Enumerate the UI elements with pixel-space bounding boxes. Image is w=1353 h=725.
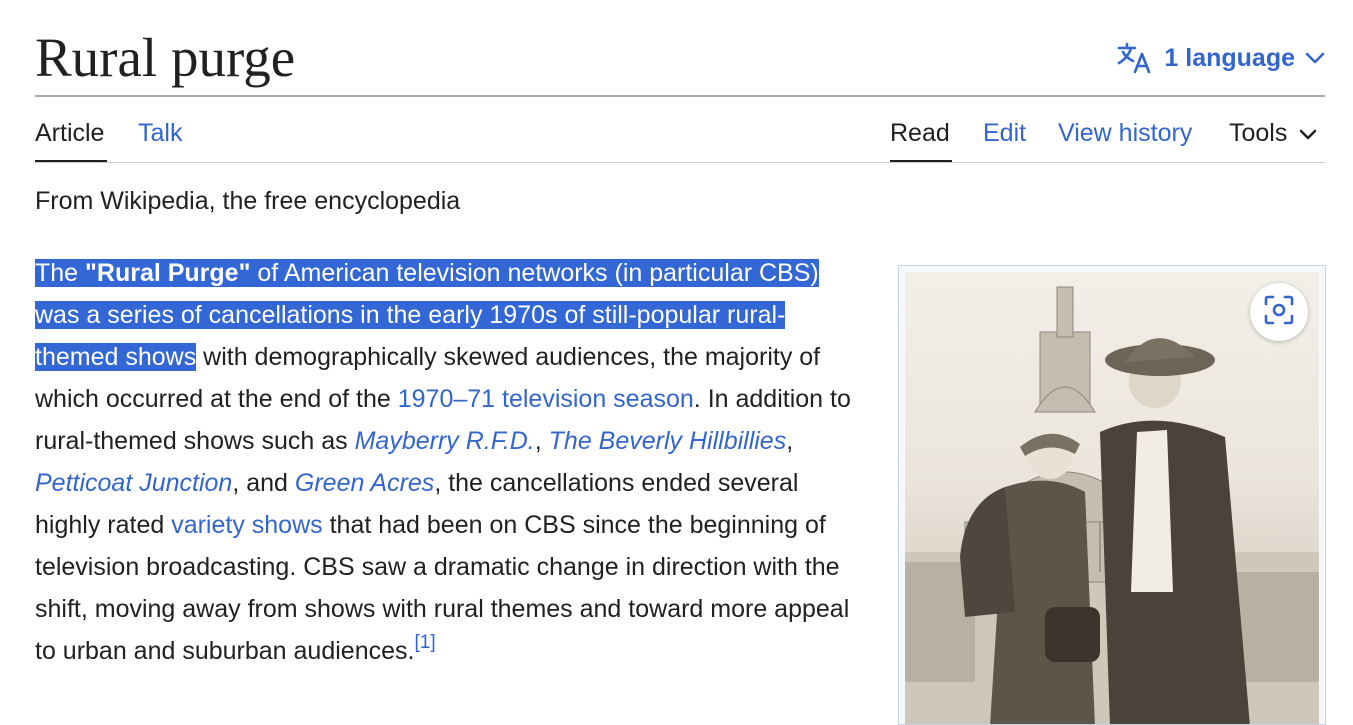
capitol-couple-image [905,286,1319,724]
lead-paragraph: The "Rural Purge" of American television… [35,259,851,665]
link-1970-71-season[interactable]: 1970–71 television season [398,385,694,413]
tabs-divider [35,162,1325,163]
link-petticoat-junction[interactable]: Petticoat Junction [35,469,232,497]
tab-view-history[interactable]: View history [1058,118,1192,148]
language-button-label: 1 language [1164,43,1295,72]
reference-1[interactable]: [1] [414,632,435,653]
site-tagline: From Wikipedia, the free encyclopedia [35,187,461,215]
page-title: Rural purge [35,27,296,88]
image-zoom-button[interactable] [1250,283,1308,341]
link-mayberry-rfd[interactable]: Mayberry R.F.D. [355,427,535,455]
tools-menu[interactable]: Tools [1229,118,1317,148]
tab-article[interactable]: Article [35,118,104,148]
article-subject: Rural Purge [96,259,239,287]
language-button[interactable]: 1 language [1116,38,1325,78]
tab-edit[interactable]: Edit [983,118,1026,148]
tools-menu-label: Tools [1229,119,1288,147]
tab-talk[interactable]: Talk [138,118,182,148]
image-zoom-icon [1263,294,1295,331]
link-beverly-hillbillies[interactable]: The Beverly Hillbillies [549,427,787,455]
translate-icon [1116,41,1154,75]
link-variety-shows[interactable]: variety shows [171,511,322,539]
title-divider [35,95,1325,97]
link-green-acres[interactable]: Green Acres [295,469,434,497]
tab-read[interactable]: Read [890,118,950,148]
infobox-photo[interactable] [905,272,1319,724]
chevron-down-icon [1305,51,1325,65]
chevron-down-icon [1299,118,1317,148]
